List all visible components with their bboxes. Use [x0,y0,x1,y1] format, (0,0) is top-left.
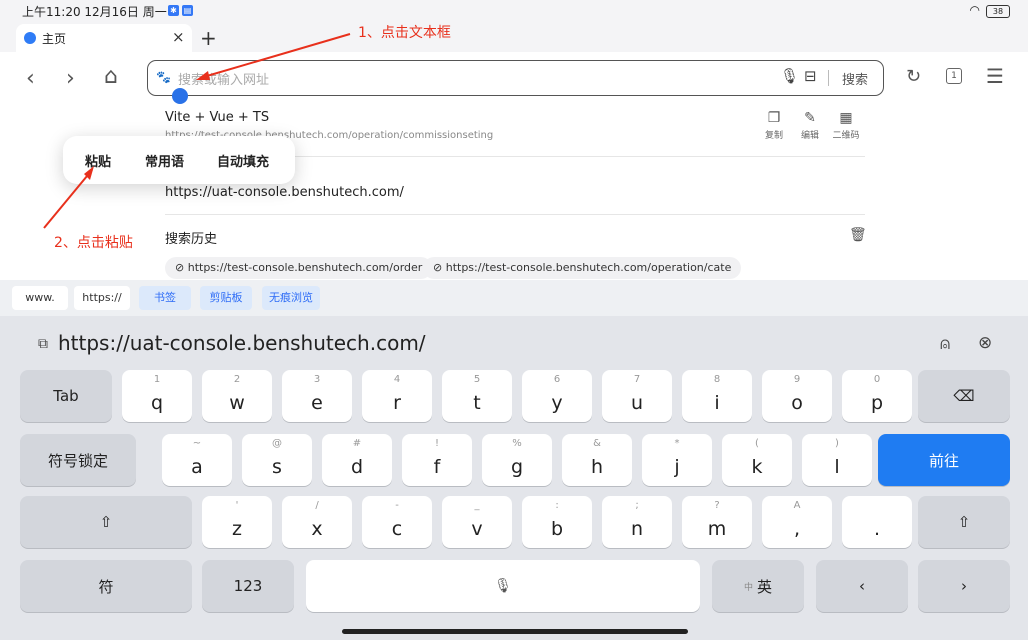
annotation-arrows [43,33,351,229]
arrow-to-address [199,33,351,79]
arrow-to-paste [43,169,93,229]
annotation-step2: 2、点击粘贴 [54,235,133,251]
annotation-step1: 1、点击文本框 [358,25,451,41]
arrowhead [196,71,210,80]
